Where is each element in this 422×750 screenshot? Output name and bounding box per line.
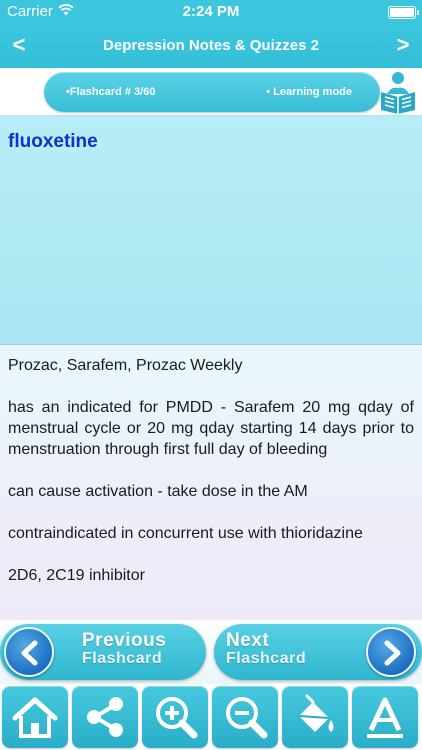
- flashcard-info-pill: •Flashcard # 3/60 • Learning mode: [44, 72, 380, 112]
- zoom-in-icon: [156, 697, 198, 739]
- theme-button[interactable]: [282, 686, 348, 748]
- next-sublabel: Flashcard: [226, 650, 307, 667]
- flashcard-bar: •Flashcard # 3/60 • Learning mode: [0, 68, 422, 116]
- zoom-out-button[interactable]: [212, 686, 278, 748]
- flashcard-back: Prozac, Sarafem, Prozac Weekly has an in…: [0, 345, 422, 620]
- font-icon: [367, 697, 403, 738]
- home-button[interactable]: [2, 686, 68, 748]
- zoom-in-button[interactable]: [142, 686, 208, 748]
- flashcard-front: fluoxetine: [0, 116, 422, 345]
- bottom-toolbar: [0, 684, 422, 750]
- next-label: Next: [226, 630, 270, 651]
- detail-text: can cause activation - take dose in the …: [8, 483, 308, 500]
- font-size-button[interactable]: [352, 686, 418, 748]
- home-icon: [12, 697, 58, 738]
- previous-sublabel: Flashcard: [82, 650, 163, 667]
- app-header: < Depression Notes & Quizzes 2 >: [0, 24, 422, 68]
- detail-text: contraindicated in concurrent use with t…: [8, 525, 363, 542]
- status-time: 2:24 PM: [182, 3, 240, 20]
- detail-text: 2D6, 2C19 inhibitor: [8, 567, 145, 584]
- reader-icon[interactable]: [378, 70, 418, 114]
- previous-flashcard-button[interactable]: Previous Flashcard: [0, 624, 206, 680]
- zoom-out-icon: [226, 697, 268, 739]
- next-flashcard-button[interactable]: Next Flashcard: [214, 624, 422, 680]
- forward-arrow-button[interactable]: >: [388, 32, 418, 58]
- previous-label: Previous: [82, 630, 167, 651]
- paint-bucket-icon: [298, 694, 334, 732]
- detail-text: Prozac, Sarafem, Prozac Weekly: [8, 357, 243, 374]
- arrow-right-icon: [366, 627, 416, 677]
- flashcard-term: fluoxetine: [8, 131, 98, 152]
- battery-icon: [388, 6, 419, 19]
- status-bar: Carrier 2:24 PM: [0, 0, 422, 24]
- learning-mode-label: • Learning mode: [266, 86, 352, 98]
- share-button[interactable]: [72, 686, 138, 748]
- arrow-left-icon: [4, 627, 54, 677]
- detail-text: has an indicated for PMDD - Sarafem 20 m…: [8, 399, 414, 458]
- back-arrow-button[interactable]: <: [4, 32, 34, 58]
- page-title: Depression Notes & Quizzes 2: [103, 37, 319, 54]
- flashcard-counter: •Flashcard # 3/60: [66, 86, 156, 98]
- flashcard-navigation: Previous Flashcard Next Flashcard: [0, 620, 422, 684]
- share-icon: [87, 697, 123, 737]
